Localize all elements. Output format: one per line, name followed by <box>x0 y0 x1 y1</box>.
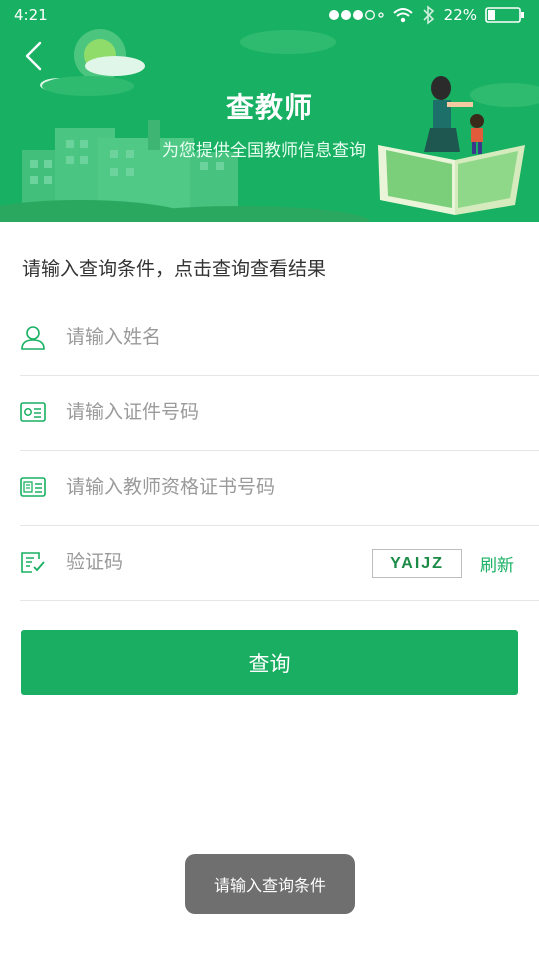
certificate-icon <box>20 477 46 497</box>
captcha-input[interactable] <box>66 545 346 579</box>
back-icon <box>25 41 42 71</box>
verify-icon <box>21 552 45 573</box>
id-row <box>20 375 539 451</box>
name-input[interactable] <box>66 320 366 354</box>
battery-percentage: 22% <box>443 6 477 24</box>
name-row <box>20 300 539 376</box>
header-banner: 4:21 22% 查教师 为您提供全国教师信息查询 <box>0 0 539 222</box>
status-icons: 22% <box>328 5 525 25</box>
certificate-number-input[interactable] <box>66 470 366 504</box>
query-button[interactable]: 查询 <box>21 630 518 695</box>
toast-message: 请输入查询条件 <box>185 854 355 914</box>
id-number-input[interactable] <box>66 395 366 429</box>
captcha-row: YAIJZ 刷新 <box>20 525 539 601</box>
status-bar: 4:21 22% <box>0 0 539 30</box>
form-instruction: 请输入查询条件，点击查询查看结果 <box>22 258 327 280</box>
captcha-image[interactable]: YAIJZ <box>372 549 462 578</box>
status-time: 4:21 <box>14 6 48 24</box>
bluetooth-icon <box>423 5 434 25</box>
user-icon <box>21 326 45 350</box>
page-title: 查教师 <box>225 91 313 124</box>
refresh-captcha-button[interactable]: 刷新 <box>480 551 514 576</box>
back-button[interactable] <box>18 38 52 74</box>
signal-icon <box>328 10 384 20</box>
certificate-row <box>20 450 539 526</box>
battery-icon <box>485 7 524 23</box>
wifi-icon <box>392 8 413 23</box>
page-subtitle: 为您提供全国教师信息查询 <box>162 141 366 161</box>
id-card-icon <box>20 402 46 422</box>
